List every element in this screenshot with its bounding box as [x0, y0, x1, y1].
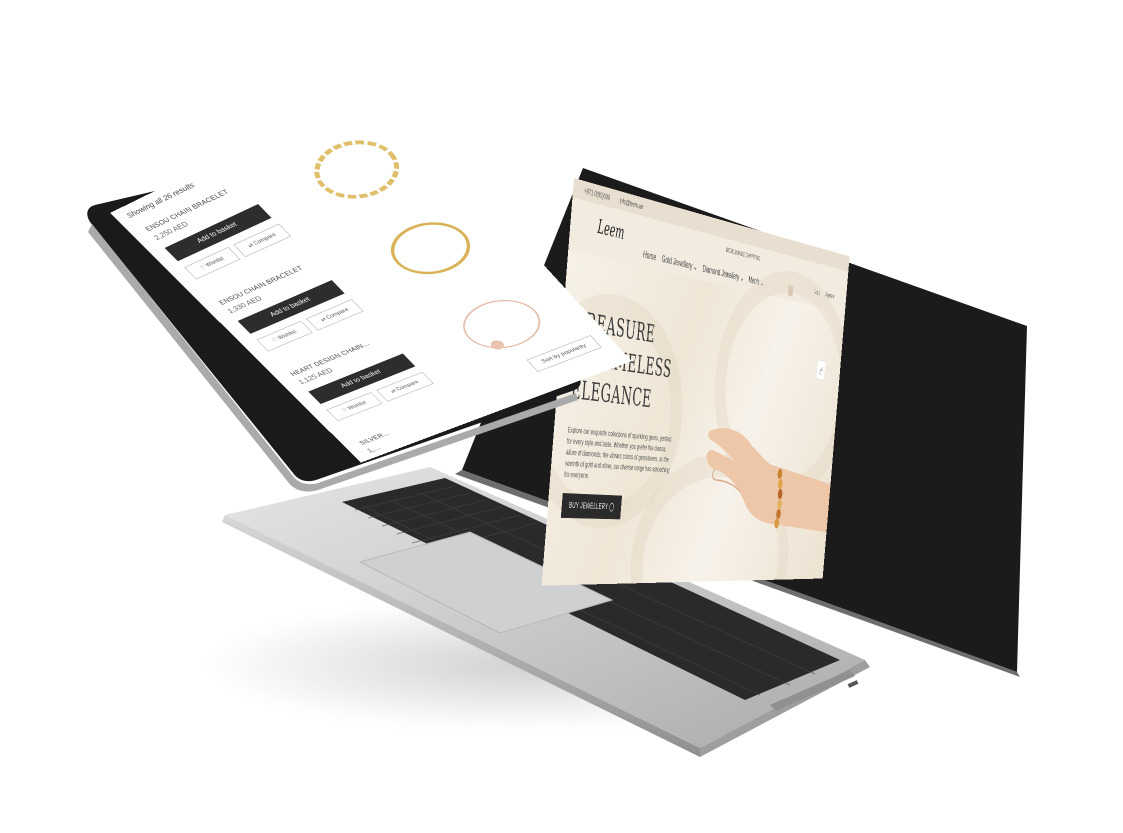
- cart-count: 0: [821, 367, 823, 372]
- phone-text[interactable]: +971 0(00)000: [584, 186, 611, 202]
- mockup-stage: +971 0(00)000 info@leem.ae Leem WORLDWID…: [0, 0, 1123, 833]
- email-text[interactable]: info@leem.ae: [619, 196, 643, 211]
- nav-gold-jewellery[interactable]: Gold Jewellery ⌄: [661, 253, 697, 273]
- buy-jewellery-button[interactable]: BUY JEWELLERY ◯: [561, 493, 622, 519]
- cart-icon[interactable]: ⌂0: [816, 360, 826, 381]
- hero-description: Explore our exquisite collections of spa…: [564, 425, 677, 487]
- usb-port: [848, 680, 859, 688]
- shipping-banner: WORLDWIDE SHIPPING: [725, 246, 760, 262]
- product-price: 1,...: [365, 444, 382, 454]
- nav-diamond-jewellery[interactable]: Diamond Jewellery ⌄: [702, 263, 744, 284]
- site-logo[interactable]: Leem: [597, 216, 625, 244]
- nav-home[interactable]: Home: [643, 248, 657, 263]
- hero-banner: TREASURE OF TIMELESS ELEGANCE Explore ou…: [542, 249, 845, 585]
- hand-with-bracelet-image: [694, 399, 837, 553]
- bracelet-image: [284, 118, 430, 220]
